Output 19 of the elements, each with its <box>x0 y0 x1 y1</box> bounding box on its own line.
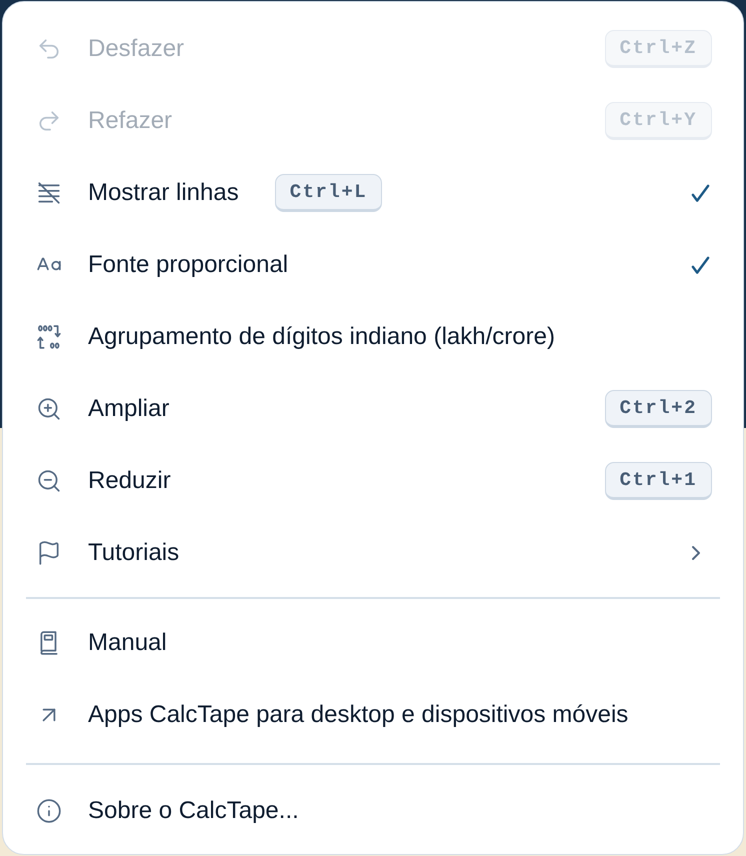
zoom-in-icon <box>36 396 62 422</box>
shortcut-key: Ctrl+2 <box>604 390 712 428</box>
menu-item[interactable]: Mostrar linhas Ctrl+L <box>26 157 720 229</box>
menu-item[interactable]: Apps CalcTape para desktop e dispositivos móveis <box>26 679 720 751</box>
menu-item[interactable]: Tutoriais <box>26 517 720 589</box>
digit-grouping-icon <box>36 324 62 350</box>
shortcut-key: Ctrl+Z <box>604 30 712 68</box>
shortcut-key: Ctrl+L <box>274 174 382 212</box>
menu-item[interactable]: Agrupamento de dígitos indiano (lakh/crore) <box>26 301 720 373</box>
shortcut-key: Ctrl+1 <box>604 462 712 500</box>
menu-item[interactable]: Manual <box>26 607 720 679</box>
menu-item[interactable]: Sobre o CalcTape... <box>26 775 720 847</box>
lines-off-icon <box>36 180 62 206</box>
shortcut-key: Ctrl+Y <box>604 102 712 140</box>
menu-item[interactable]: Fonte proporcional <box>26 229 720 301</box>
menu-item[interactable]: Ampliar Ctrl+2 <box>26 373 720 445</box>
menu-item[interactable]: Reduzir Ctrl+1 <box>26 445 720 517</box>
zoom-out-icon <box>36 468 62 494</box>
info-icon <box>36 798 62 824</box>
